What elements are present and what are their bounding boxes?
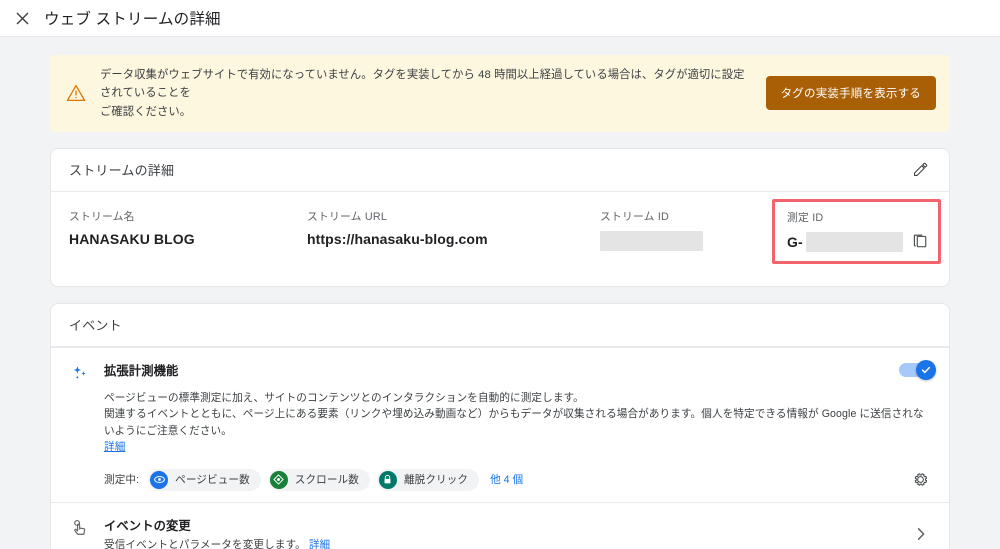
- enhanced-measurement-toggle[interactable]: [899, 359, 936, 380]
- chips-more-link[interactable]: 他 4 個: [490, 472, 523, 487]
- stream-details-fields: ストリーム名 HANASAKU BLOG ストリーム URL https://h…: [51, 192, 949, 286]
- chevron-right-icon[interactable]: [909, 522, 933, 546]
- modify-event-hand-icon: [69, 517, 91, 539]
- field-stream-url: ストリーム URL https://hanasaku-blog.com: [307, 208, 600, 247]
- show-tag-instructions-button[interactable]: タグの実装手順を表示する: [765, 76, 936, 111]
- enhanced-measurement-learn-more-link[interactable]: 詳細: [104, 439, 125, 455]
- copy-icon[interactable]: [912, 233, 930, 251]
- row-learn-more-link[interactable]: 詳細: [309, 539, 330, 549]
- field-value: HANASAKU BLOG: [69, 230, 195, 247]
- toggle-knob: [916, 359, 936, 380]
- field-stream-id: ストリーム ID: [600, 208, 780, 251]
- field-label: 測定 ID: [787, 211, 824, 224]
- measuring-label: 測定中:: [104, 474, 140, 487]
- enhanced-desc-line2: 関連するイベントとともに、ページ上にある要素（リンクや埋め込み動画など）からもデ…: [104, 408, 924, 437]
- modify-event-body: イベントの変更 受信イベントとパラメータを変更します。 詳細: [104, 516, 897, 549]
- dialog-titlebar: ウェブ ストリームの詳細: [0, 0, 1000, 37]
- enhanced-desc-line1: ページビューの標準測定に加え、サイトのコンテンツとのインタラクションを自動的に測…: [104, 391, 584, 404]
- row-desc-text: 受信イベントとパラメータを変更します。: [104, 538, 306, 549]
- redacted-measurement-id: [805, 231, 903, 252]
- page-content: データ収集がウェブサイトで有効になっていません。タグを実装してから 48 時間以…: [0, 37, 1000, 549]
- measurement-id-row: G-: [787, 231, 930, 252]
- gear-icon[interactable]: [907, 467, 933, 493]
- scroll-target-icon: [269, 470, 288, 489]
- events-card: イベント 拡張計測機能 ページビューの標準測定に加え、サイトのコンテンツとのイン…: [50, 302, 950, 549]
- close-icon[interactable]: [11, 7, 33, 29]
- field-label: ストリーム名: [69, 210, 135, 223]
- sparkle-icon: [69, 362, 91, 384]
- stream-details-header: ストリームの詳細: [51, 149, 949, 192]
- warning-message-line1: データ収集がウェブサイトで有効になっていません。タグを実装してから 48 時間以…: [100, 69, 745, 100]
- chip-pageviews[interactable]: ページビュー数: [148, 468, 261, 491]
- enhanced-measurement-body: 拡張計測機能 ページビューの標準測定に加え、サイトのコンテンツとのインタラクショ…: [104, 359, 936, 493]
- chip-label: スクロール数: [294, 474, 359, 487]
- chip-outbound-clicks[interactable]: 離脱クリック: [376, 468, 480, 491]
- stream-details-title: ストリームの詳細: [69, 163, 175, 179]
- row-description: 受信イベントとパラメータを変更します。 詳細: [104, 537, 897, 549]
- row-title: イベントの変更: [104, 518, 191, 533]
- field-label: ストリーム ID: [600, 210, 670, 223]
- events-header: イベント: [51, 304, 949, 347]
- field-value: G-: [787, 233, 803, 250]
- stream-details-card: ストリームの詳細 ストリーム名 HANASAKU BLOG ストリーム URL …: [50, 147, 950, 287]
- row-tail: [909, 522, 933, 546]
- field-value: https://hanasaku-blog.com: [307, 230, 488, 247]
- enhanced-measurement-head: 拡張計測機能: [104, 359, 936, 382]
- chip-scrolls[interactable]: スクロール数: [267, 468, 370, 491]
- measuring-chips-row: 測定中: ページビュー数 スクロール数 離脱クリック 他 4 個: [104, 467, 933, 493]
- measurement-id-highlight: 測定 ID G-: [772, 198, 941, 264]
- data-collection-warning-banner: データ収集がウェブサイトで有効になっていません。タグを実装してから 48 時間以…: [50, 55, 950, 132]
- warning-message: データ収集がウェブサイトで有効になっていません。タグを実装してから 48 時間以…: [100, 66, 748, 121]
- enhanced-measurement-description: ページビューの標準測定に加え、サイトのコンテンツとのインタラクションを自動的に測…: [104, 390, 933, 456]
- warning-message-line2: ご確認ください。: [100, 105, 192, 118]
- enhanced-measurement-row[interactable]: 拡張計測機能 ページビューの標準測定に加え、サイトのコンテンツとのインタラクショ…: [51, 346, 949, 502]
- field-measurement-id: 測定 ID G-: [772, 198, 941, 264]
- page-title: ウェブ ストリームの詳細: [44, 11, 221, 28]
- warning-triangle-icon: [66, 83, 86, 103]
- field-label: ストリーム URL: [307, 210, 388, 223]
- chip-label: 離脱クリック: [403, 474, 469, 487]
- modify-event-row[interactable]: イベントの変更 受信イベントとパラメータを変更します。 詳細: [51, 501, 949, 549]
- field-value-redacted: [600, 230, 780, 251]
- redacted-stream-id: [600, 230, 703, 251]
- field-stream-name: ストリーム名 HANASAKU BLOG: [69, 208, 307, 247]
- pencil-edit-icon[interactable]: [907, 157, 933, 183]
- events-title: イベント: [69, 318, 122, 334]
- pageview-eye-icon: [150, 470, 169, 489]
- enhanced-measurement-title: 拡張計測機能: [104, 363, 179, 378]
- outbound-click-icon: [378, 470, 397, 489]
- chip-label: ページビュー数: [175, 474, 250, 487]
